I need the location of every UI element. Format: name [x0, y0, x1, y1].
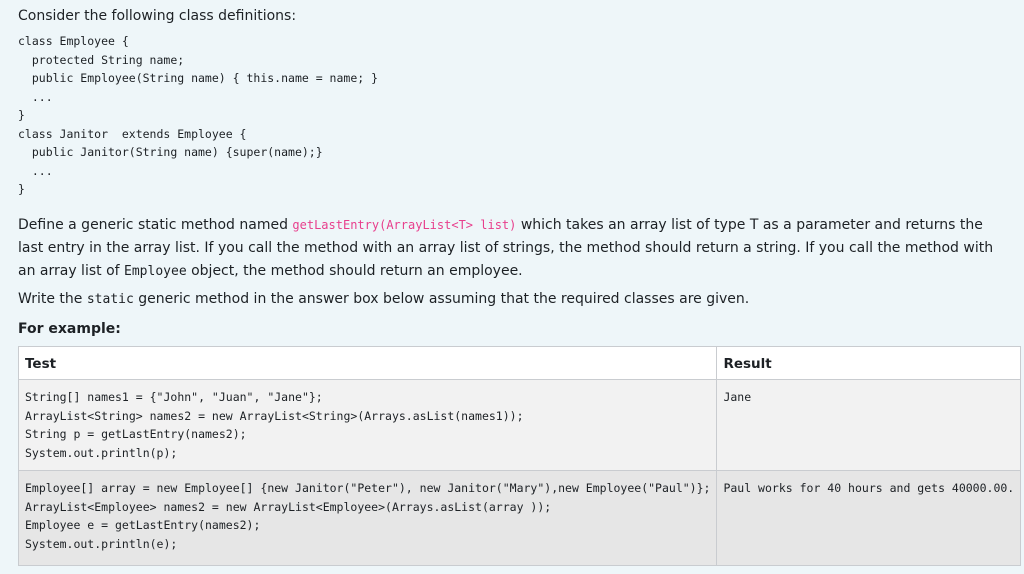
task-text-part3: object, the method should return an empl… — [186, 263, 523, 279]
for-example-heading: For example: — [18, 321, 121, 337]
examples-table: Test Result String[] names1 = {"John", "… — [17, 346, 1022, 566]
employee-type-code: Employee — [124, 264, 187, 279]
method-signature-code: getLastEntry(ArrayList<T> list) — [292, 218, 517, 232]
test-code: Employee[] array = new Employee[] {new J… — [25, 481, 711, 551]
table-row: Employee[] array = new Employee[] {new J… — [17, 470, 1022, 566]
table-row: String[] names1 = {"John", "Juan", "Jane… — [17, 379, 1022, 471]
result-cell: Jane — [716, 379, 1022, 471]
instruction-part2: generic method in the answer box below a… — [133, 291, 750, 307]
instruction-text: Write the static generic method in the a… — [18, 288, 749, 311]
instruction-part1: Write the — [18, 291, 87, 307]
test-cell: String[] names1 = {"John", "Juan", "Jane… — [17, 379, 718, 471]
table-header-row: Test Result — [17, 346, 1022, 380]
result-cell: Paul works for 40 hours and gets 40000.0… — [716, 470, 1022, 566]
test-column-header: Test — [17, 346, 718, 380]
static-keyword-code: static — [86, 292, 134, 307]
test-cell: Employee[] array = new Employee[] {new J… — [17, 470, 718, 566]
result-output: Jane — [723, 390, 752, 404]
result-output: Paul works for 40 hours and gets 40000.0… — [723, 481, 1015, 495]
class-definitions-code: class Employee { protected String name; … — [18, 34, 379, 196]
test-code: String[] names1 = {"John", "Juan", "Jane… — [25, 390, 524, 460]
result-column-header: Result — [716, 346, 1022, 380]
task-description: Define a generic static method named get… — [18, 214, 1010, 283]
intro-text: Consider the following class definitions… — [18, 8, 297, 24]
task-text-part1: Define a generic static method named — [18, 217, 293, 233]
